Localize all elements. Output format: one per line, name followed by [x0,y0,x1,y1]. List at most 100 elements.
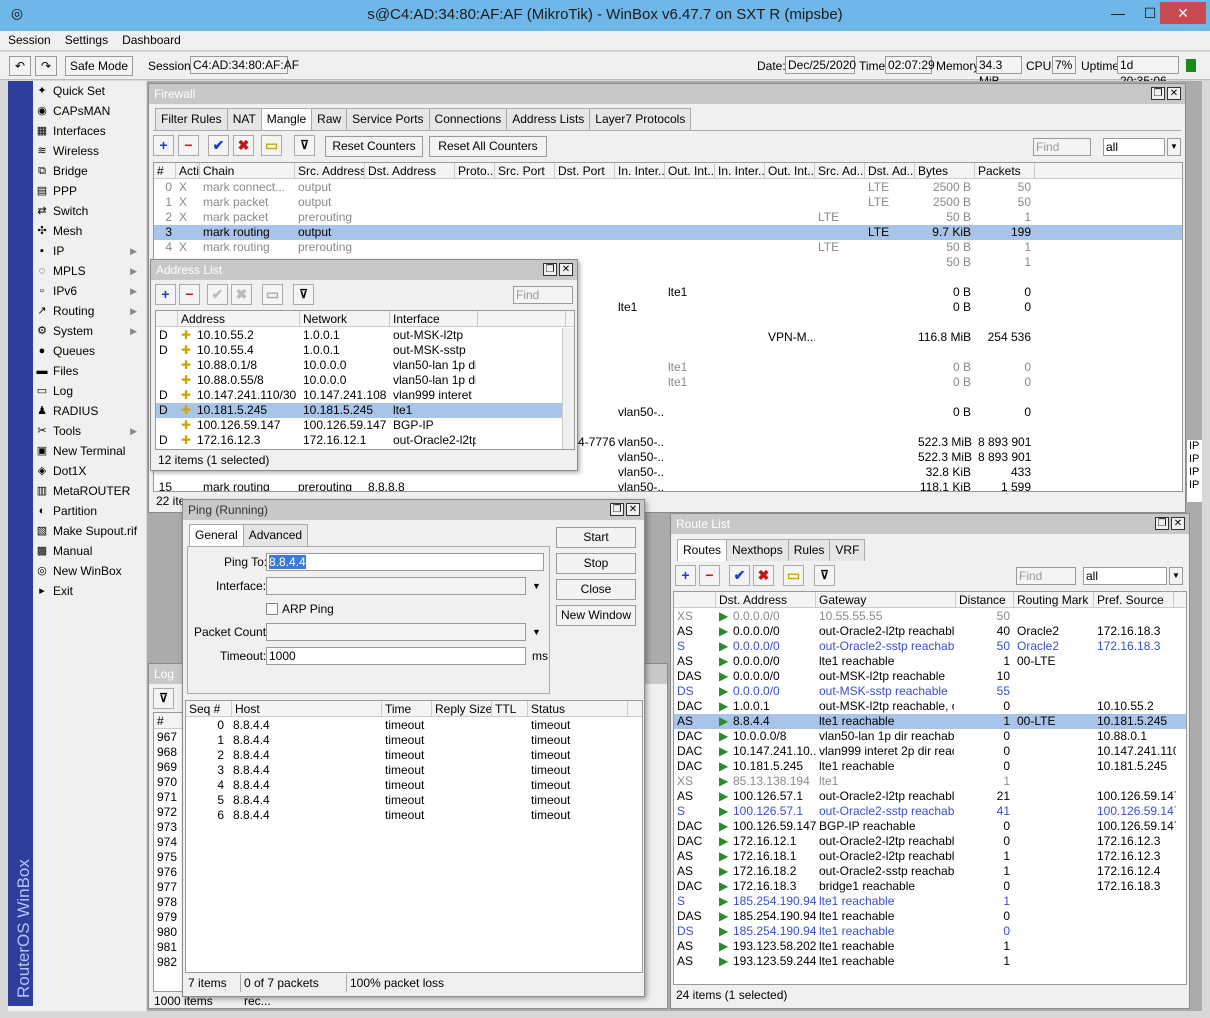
table-row[interactable]: 0 8.8.4.4 timeout timeout [186,718,642,733]
tab-mangle[interactable]: Mangle [260,108,313,130]
column-header[interactable] [478,311,566,327]
column-header[interactable]: Dst. Ad... [865,163,915,179]
tab-layer7-protocols[interactable]: Layer7 Protocols [589,108,692,130]
column-header[interactable]: Action [176,163,200,179]
filter-icon[interactable]: ⊽ [293,284,314,305]
table-row[interactable]: D ✚ 172.16.12.3 172.16.12.1 out-Oracle2-l2tp [156,433,574,448]
column-header[interactable]: Interface [390,311,478,327]
tab-rules[interactable]: Rules [787,539,831,561]
table-row[interactable]: ✚ 10.88.0.1/8 10.0.0.0 vlan50-lan 1p dir [156,358,574,373]
column-header[interactable] [674,592,716,608]
scrollbar[interactable] [562,328,574,449]
column-header[interactable]: # [154,163,176,179]
sidebar-item-log[interactable]: ▭ Log [33,381,145,401]
tab-nexthops[interactable]: Nexthops [726,539,789,561]
menu-dashboard[interactable]: Dashboard [114,31,187,47]
new-window-button[interactable]: New Window [556,605,636,626]
sidebar-item-make-supout-rif[interactable]: ▧ Make Supout.rif [33,521,145,541]
table-row[interactable]: DS ▶ 185.254.190.94 lte1 reachable 0 [674,924,1186,939]
timeout-input[interactable]: 1000 [266,647,526,665]
disable-icon[interactable]: ✖ [233,135,254,156]
sidebar-item-partition[interactable]: ◐ Partition [33,501,145,521]
tab-routes[interactable]: Routes [677,539,728,561]
sidebar-item-ip[interactable]: ▪ IP ▶ [33,241,145,261]
filter-select[interactable]: all [1103,138,1165,156]
tab-advanced[interactable]: Advanced [242,524,309,546]
column-header[interactable]: Pref. Source [1094,592,1174,608]
sidebar-item-capsman[interactable]: ◉ CAPsMAN [33,101,145,121]
table-row[interactable]: S ▶ 0.0.0.0/0 out-Oracle2-sstp reachable 50 O… [674,639,1186,654]
sidebar-item-tools[interactable]: ✂ Tools ▶ [33,421,145,441]
tab-address-lists[interactable]: Address Lists [506,108,591,130]
arp-ping-checkbox[interactable] [266,603,278,615]
close-icon[interactable]: ✕ [626,503,640,516]
table-row[interactable]: S ▶ 100.126.57.1 out-Oracle2-sstp reachable… [674,804,1186,819]
column-header[interactable]: Bytes [915,163,975,179]
sidebar-item-new-winbox[interactable]: ◎ New WinBox [33,561,145,581]
find-input[interactable]: Find [1016,567,1076,585]
remove-icon[interactable]: − [179,284,200,305]
column-header[interactable]: Distance [956,592,1014,608]
column-header[interactable]: Out. Int... [665,163,715,179]
table-row[interactable]: 15 mark routing prerouting 8.8.8.8 vlan50-..… [154,480,1182,491]
sidebar-item-exit[interactable]: ▸ Exit [33,581,145,601]
add-icon[interactable]: + [155,284,176,305]
menu-session[interactable]: Session [0,31,57,47]
column-header[interactable]: Packets [975,163,1035,179]
table-row[interactable]: ✚ 10.88.0.55/8 10.0.0.0 vlan50-lan 1p dir [156,373,574,388]
chevron-down-icon[interactable]: ▼ [1169,567,1183,585]
sidebar-item-switch[interactable]: ⇄ Switch [33,201,145,221]
close-button[interactable]: Close [556,579,636,600]
table-row[interactable]: 6 8.8.4.4 timeout timeout [186,808,642,823]
table-row[interactable]: ✚ 100.126.59.147 100.126.59.147 BGP-IP [156,418,574,433]
column-header[interactable]: In. Inter... [615,163,665,179]
minimize-icon[interactable]: — [1103,3,1133,23]
column-header[interactable]: Time [382,701,432,717]
restore-icon[interactable]: ❐ [1155,517,1169,530]
restore-icon[interactable]: ❐ [610,503,624,516]
sidebar-item-wireless[interactable]: ≋ Wireless [33,141,145,161]
column-header[interactable]: Routing Mark [1014,592,1094,608]
disable-icon[interactable]: ✖ [231,284,252,305]
close-icon[interactable]: ✕ [559,263,573,276]
close-icon[interactable]: ✕ [1167,87,1181,100]
sidebar-item-bridge[interactable]: ⧉ Bridge [33,161,145,181]
table-row[interactable]: AS ▶ 0.0.0.0/0 out-Oracle2-l2tp reachable 40… [674,624,1186,639]
reset-all-counters-button[interactable]: Reset All Counters [429,136,547,157]
column-header[interactable]: Out. Int... [765,163,815,179]
table-row[interactable]: 3 8.8.4.4 timeout timeout [186,763,642,778]
reset-counters-button[interactable]: Reset Counters [325,136,423,157]
sidebar-item-dot1x[interactable]: ◈ Dot1X [33,461,145,481]
table-row[interactable]: AS ▶ 8.8.4.4 lte1 reachable 1 00-LTE 10.181.5.… [674,714,1186,729]
ping-to-input[interactable]: 8.8.4.4 [266,553,544,571]
sidebar-item-new-terminal[interactable]: ▣ New Terminal [33,441,145,461]
filter-select[interactable]: all [1083,567,1167,585]
comment-icon[interactable]: ▭ [261,135,282,156]
filter-icon[interactable]: ⊽ [294,135,315,156]
restore-icon[interactable]: ❐ [543,263,557,276]
chevron-down-icon[interactable]: ▼ [1167,138,1181,156]
column-header[interactable]: Status [528,701,628,717]
column-header[interactable]: Address [178,311,300,327]
table-row[interactable]: 2 8.8.4.4 timeout timeout [186,748,642,763]
column-header[interactable]: Reply Size [432,701,492,717]
stop-button[interactable]: Stop [556,553,636,574]
close-icon[interactable]: ✕ [1160,2,1206,24]
tab-connections[interactable]: Connections [428,108,508,130]
sidebar-item-radius[interactable]: ♟ RADIUS [33,401,145,421]
sidebar-item-queues[interactable]: ● Queues [33,341,145,361]
tab-service-ports[interactable]: Service Ports [346,108,430,130]
tab-nat[interactable]: NAT [226,108,262,130]
column-header[interactable]: Proto... [455,163,495,179]
table-row[interactable]: DAC ▶ 172.16.12.1 out-Oracle2-l2tp reachabl… [674,834,1186,849]
enable-icon[interactable]: ✔ [729,565,750,586]
table-row[interactable]: 5 8.8.4.4 timeout timeout [186,793,642,808]
enable-icon[interactable]: ✔ [207,284,228,305]
table-row[interactable]: AS ▶ 193.123.58.202 lte1 reachable 1 [674,939,1186,954]
column-header[interactable]: Gateway [816,592,956,608]
table-row[interactable]: AS ▶ 100.126.57.1 out-Oracle2-l2tp reachabl… [674,789,1186,804]
sidebar-item-interfaces[interactable]: ▦ Interfaces [33,121,145,141]
sidebar-item-ipv6[interactable]: ▫ IPv6 ▶ [33,281,145,301]
column-header[interactable] [156,311,178,327]
chevron-down-icon[interactable]: ▼ [532,577,541,595]
